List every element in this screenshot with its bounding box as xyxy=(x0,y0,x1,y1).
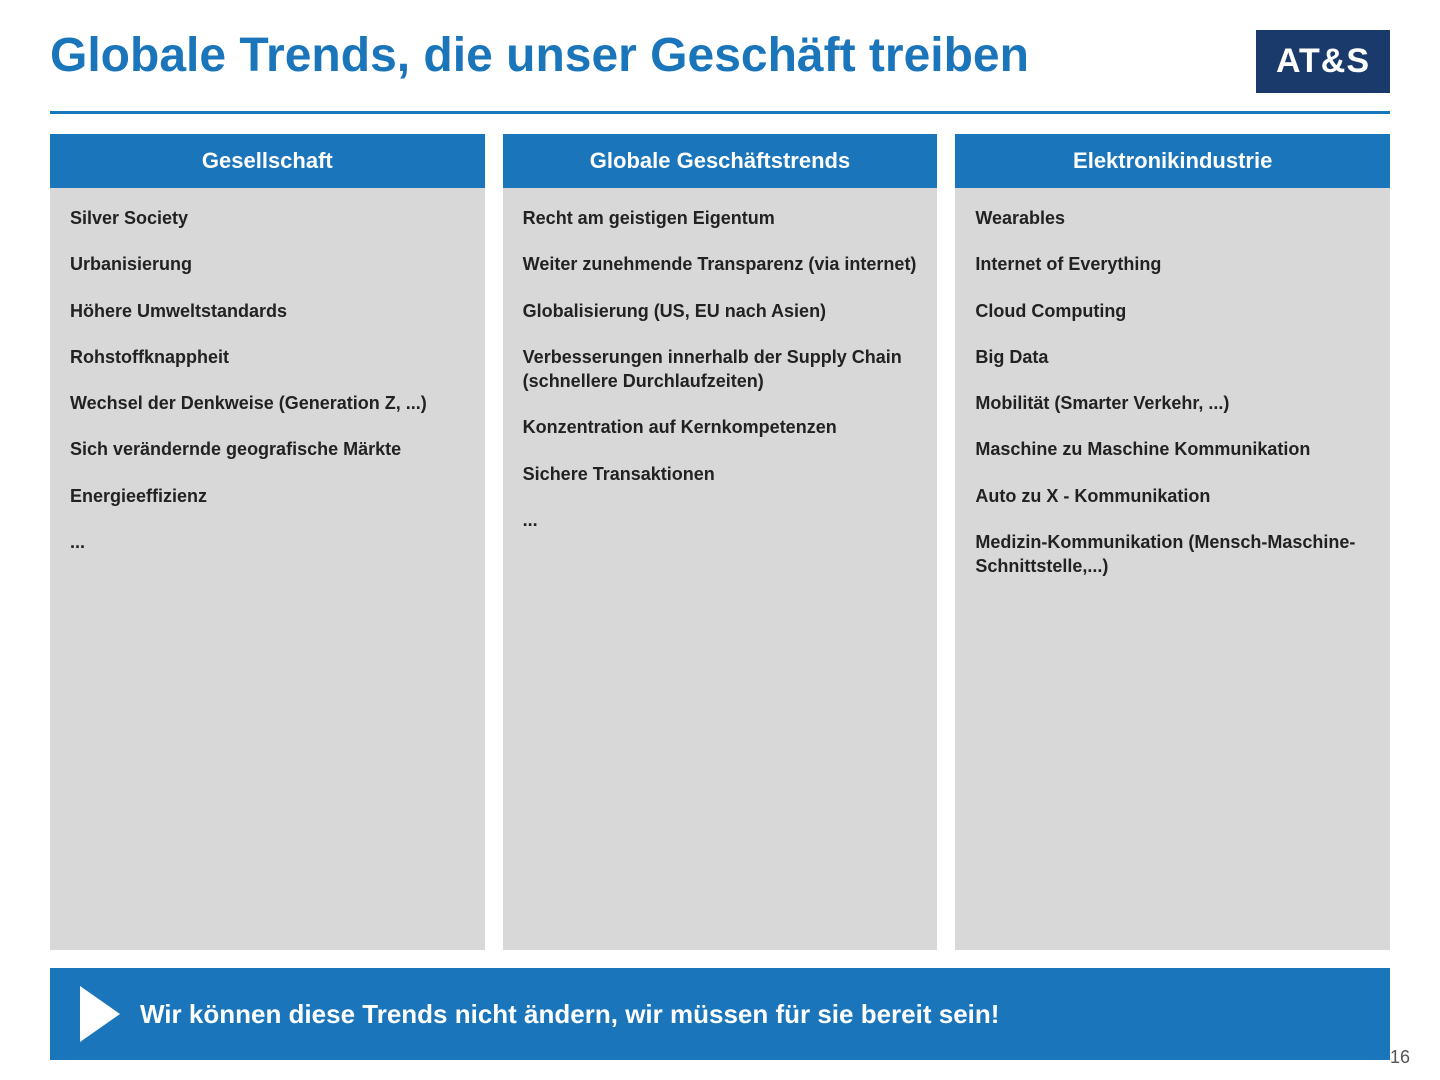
list-item: ... xyxy=(70,530,465,554)
column-gesellschaft: Gesellschaft Silver Society Urbanisierun… xyxy=(50,134,485,950)
columns-container: Gesellschaft Silver Society Urbanisierun… xyxy=(50,134,1390,950)
page-number: 16 xyxy=(1390,1047,1410,1068)
list-item: Energieeffizienz xyxy=(70,484,465,508)
list-item: Wearables xyxy=(975,206,1370,230)
list-item: Cloud Computing xyxy=(975,299,1370,323)
list-item: Wechsel der Denkweise (Generation Z, ...… xyxy=(70,391,465,415)
list-item: Recht am geistigen Eigentum xyxy=(523,206,918,230)
list-item: Höhere Umweltstandards xyxy=(70,299,465,323)
column-body-geschaeftstrends: Recht am geistigen Eigentum Weiter zuneh… xyxy=(503,188,938,950)
column-geschaeftstrends: Globale Geschäftstrends Recht am geistig… xyxy=(503,134,938,950)
list-item: Konzentration auf Kernkompetenzen xyxy=(523,415,918,439)
list-item: Auto zu X - Kommunikation xyxy=(975,484,1370,508)
slide-title: Globale Trends, die unser Geschäft treib… xyxy=(50,30,1029,83)
column-header-gesellschaft: Gesellschaft xyxy=(50,134,485,188)
column-elektronikindustrie: Elektronikindustrie Wearables Internet o… xyxy=(955,134,1390,950)
list-item: Urbanisierung xyxy=(70,252,465,276)
list-item: Silver Society xyxy=(70,206,465,230)
footer-text: Wir können diese Trends nicht ändern, wi… xyxy=(140,999,999,1030)
footer-banner: Wir können diese Trends nicht ändern, wi… xyxy=(50,968,1390,1060)
column-body-gesellschaft: Silver Society Urbanisierung Höhere Umwe… xyxy=(50,188,485,950)
column-header-geschaeftstrends: Globale Geschäftstrends xyxy=(503,134,938,188)
list-item: Verbesserungen innerhalb der Supply Chai… xyxy=(523,345,918,394)
list-item: Medizin-Kommunikation (Mensch-Maschine-S… xyxy=(975,530,1370,579)
list-item: Sich verändernde geografische Märkte xyxy=(70,437,465,461)
list-item: Globalisierung (US, EU nach Asien) xyxy=(523,299,918,323)
list-item: Internet of Everything xyxy=(975,252,1370,276)
list-item: Mobilität (Smarter Verkehr, ...) xyxy=(975,391,1370,415)
column-header-elektronikindustrie: Elektronikindustrie xyxy=(955,134,1390,188)
ats-logo: AT&S xyxy=(1256,30,1390,93)
list-item: Rohstoffknappheit xyxy=(70,345,465,369)
column-body-elektronikindustrie: Wearables Internet of Everything Cloud C… xyxy=(955,188,1390,950)
list-item: Weiter zunehmende Transparenz (via inter… xyxy=(523,252,918,276)
list-item: Maschine zu Maschine Kommunikation xyxy=(975,437,1370,461)
slide-header: Globale Trends, die unser Geschäft treib… xyxy=(50,30,1390,93)
list-item: Big Data xyxy=(975,345,1370,369)
footer-arrow-icon xyxy=(80,986,120,1042)
list-item: Sichere Transaktionen xyxy=(523,462,918,486)
header-divider xyxy=(50,111,1390,114)
list-item: ... xyxy=(523,508,918,532)
